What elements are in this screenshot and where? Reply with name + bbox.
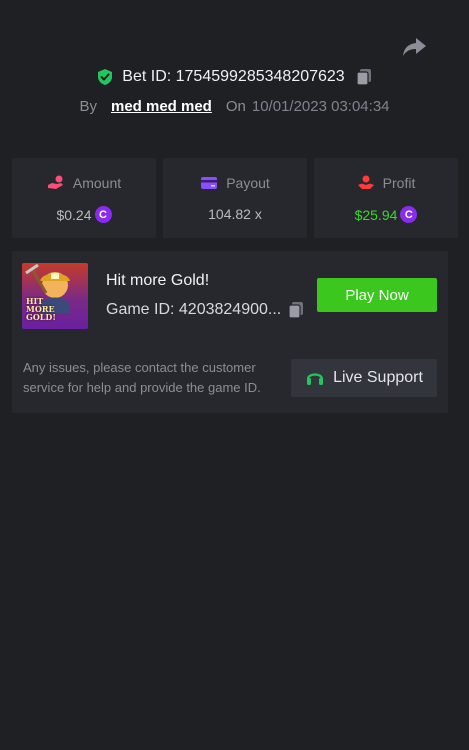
coin-letter: C xyxy=(404,208,413,221)
play-now-button[interactable]: Play Now xyxy=(317,278,437,312)
coin-icon: C xyxy=(400,206,418,223)
by-row: By med med med On 10/01/2023 03:04:34 xyxy=(0,98,469,115)
card-icon xyxy=(201,177,218,189)
bet-id-text: Bet ID: 1754599285348207623 xyxy=(122,68,345,85)
live-support-button[interactable]: Live Support xyxy=(291,359,437,397)
game-id-row: Game ID: 4203824900... xyxy=(106,301,305,319)
share-button[interactable] xyxy=(401,36,427,58)
payout-value: 104.82 x xyxy=(208,206,262,222)
hand-profit-icon xyxy=(357,175,374,189)
thumbnail-title: HIT MORE GOLD! xyxy=(26,296,56,322)
game-name: Hit more Gold! xyxy=(106,272,210,289)
coin-icon: C xyxy=(94,206,112,223)
profit-value: $25.94 xyxy=(354,206,398,223)
username-link[interactable]: med med med xyxy=(111,98,212,115)
copy-icon[interactable] xyxy=(355,68,373,86)
timestamp: 10/01/2023 03:04:34 xyxy=(251,98,390,115)
amount-label: Amount xyxy=(72,175,122,191)
coin-letter: C xyxy=(99,208,107,221)
headset-icon xyxy=(306,373,324,385)
profit-label: Profit xyxy=(382,175,416,191)
game-card: HIT MORE GOLD! Hit more Gold! Game ID: 4… xyxy=(12,251,448,413)
stat-payout: Payout 104.82 x xyxy=(163,158,307,238)
live-support-label: Live Support xyxy=(333,369,423,386)
game-id-text: Game ID: 4203824900... xyxy=(106,301,282,318)
stat-profit: Profit $25.94 C xyxy=(314,158,458,238)
payout-label: Payout xyxy=(226,175,270,191)
share-icon xyxy=(403,38,426,56)
on-label: On xyxy=(225,98,246,115)
shield-check-icon xyxy=(98,69,113,85)
amount-value: $0.24 xyxy=(56,206,92,223)
game-thumbnail[interactable]: HIT MORE GOLD! xyxy=(22,263,88,329)
bet-id-row: Bet ID: 1754599285348207623 xyxy=(0,68,469,86)
by-label: By xyxy=(79,98,97,115)
support-message: Any issues, please contact the customer … xyxy=(23,360,261,395)
stats-row: Amount $0.24 C Payout 104.82 x Profit $2… xyxy=(12,158,458,238)
copy-icon[interactable] xyxy=(287,301,305,319)
hand-coin-icon xyxy=(47,175,63,189)
stat-amount: Amount $0.24 C xyxy=(12,158,156,238)
